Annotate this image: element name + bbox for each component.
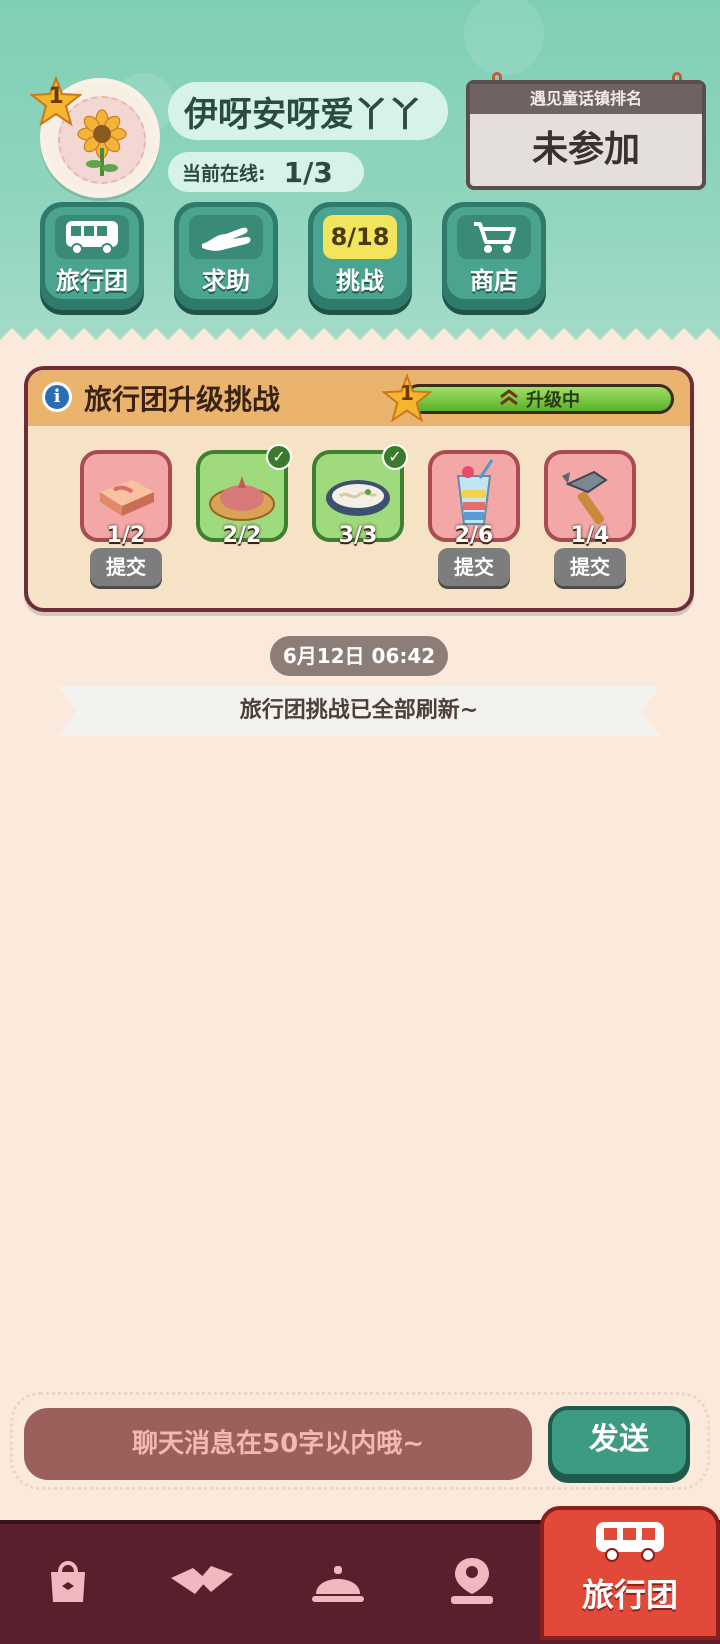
bus-icon [55,215,129,259]
nav-restaurant[interactable] [298,1546,378,1616]
chat-input[interactable] [24,1408,532,1480]
upgrade-challenge-panel: i 旅行团升级挑战 升级中 1 1/2 提交 2/2 ✓ 3/3 ✓ 2/6 提… [24,366,694,612]
service-bell-icon [312,1566,364,1602]
item-count: 1/2 [106,523,146,548]
challenge-button[interactable]: 8/18 挑战 [308,202,412,310]
item-count: 2/6 [454,523,494,548]
ranking-title: 遇见童话镇排名 [470,84,702,114]
item-count: 2/2 [222,523,262,548]
system-message-banner: 旅行团挑战已全部刷新~ [58,686,660,736]
challenge-item-noodle-bowl[interactable]: 3/3 ✓ [312,444,408,548]
info-icon[interactable]: i [42,382,72,412]
help-button[interactable]: 求助 [174,202,278,310]
panel-title: 旅行团升级挑战 [84,383,281,416]
button-face: 商店 [447,207,541,299]
button-face: 旅行团 [45,207,139,299]
nav-tour-group-active[interactable]: 旅行团 [540,1506,720,1640]
zigzag-edge [0,328,720,355]
nav-map[interactable] [432,1546,512,1616]
ranking-status: 未参加 [531,129,640,170]
bus-icon [596,1522,664,1562]
double-chevron-up-icon [498,388,520,411]
map-pin-person-icon [451,1558,493,1604]
shop-button[interactable]: 商店 [442,202,546,310]
submit-button[interactable]: 提交 [438,548,510,586]
button-face: 8/18 挑战 [313,207,407,299]
chat-timestamp: 6月12日 06:42 [270,636,448,676]
online-label: 当前在线: [182,162,266,185]
challenge-count: 8/18 [323,215,397,259]
group-level-number: 1 [400,381,414,405]
panel-header: i 旅行团升级挑战 升级中 1 [28,370,690,426]
tour-group-button[interactable]: 旅行团 [40,202,144,310]
progress-fill: 升级中 [407,387,671,411]
upgrade-progress-bar: 升级中 [404,384,674,414]
challenge-item-parfait[interactable]: 2/6 [428,450,520,548]
nav-friends[interactable] [162,1546,242,1616]
ranking-board[interactable]: 遇见童话镇排名 未参加 [466,80,706,190]
nav-shop[interactable] [28,1546,108,1616]
nav-active-label: 旅行团 [581,1576,678,1614]
completed-check-icon: ✓ [266,444,292,470]
shopping-cart-icon [457,215,531,259]
shop-label: 商店 [470,267,518,295]
level-number: 1 [48,84,64,109]
player-name: 伊呀安呀爱丫丫 [168,82,448,140]
online-status: 当前在线: 1/3 [168,152,364,192]
submit-button[interactable]: 提交 [554,548,626,586]
item-count: 1/4 [570,523,610,548]
handshake-icon [171,1566,233,1594]
completed-check-icon: ✓ [382,444,408,470]
send-button[interactable]: 发送 [548,1406,690,1478]
challenge-item-meat[interactable]: 1/2 [80,450,172,548]
progress-label: 升级中 [526,390,580,411]
submit-button[interactable]: 提交 [90,548,162,586]
online-value: 1/3 [283,155,333,189]
helping-hand-icon [189,215,263,259]
challenge-label: 挑战 [336,267,384,295]
button-face: 求助 [179,207,273,299]
help-label: 求助 [202,267,250,295]
item-count: 3/3 [338,523,378,548]
tour-group-label: 旅行团 [56,267,128,295]
shopping-bag-icon [51,1561,85,1602]
challenge-item-meat-pie[interactable]: 2/2 ✓ [196,444,292,548]
challenge-item-hammer[interactable]: 1/4 [544,450,636,548]
